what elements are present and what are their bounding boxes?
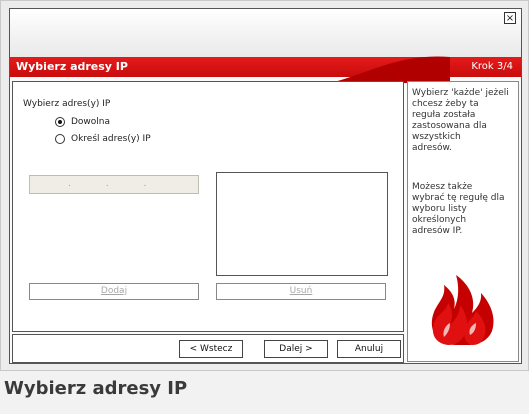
radio-specific-label: Określ adres(y) IP — [71, 134, 151, 144]
ip-address-list[interactable] — [216, 172, 388, 276]
navigation-bar: < Wstecz Dalej > Anuluj — [12, 334, 404, 363]
wizard-title: Wybierz adresy IP — [16, 60, 128, 73]
header-swoosh — [330, 56, 450, 83]
flame-logo-icon — [431, 275, 494, 345]
back-button[interactable]: < Wstecz — [179, 340, 243, 358]
next-button[interactable]: Dalej > — [264, 340, 328, 358]
content-panel: Wybierz adres(y) IP Dowolna Określ adres… — [12, 81, 404, 332]
close-icon[interactable]: × — [504, 12, 516, 24]
help-panel: Wybierz 'każde' jeżeli chcesz żeby ta re… — [407, 81, 519, 362]
page-caption: Wybierz adresy IP — [4, 378, 188, 399]
step-indicator: Krok 3/4 — [471, 61, 513, 72]
radio-specific[interactable]: Określ adres(y) IP — [55, 134, 151, 144]
wizard-header: Wybierz adresy IP Krok 3/4 — [10, 56, 521, 83]
help-text-1: Wybierz 'każde' jeżeli chcesz żeby ta re… — [412, 88, 509, 153]
outer-frame: × Wybierz adresy IP Krok 3/4 Wybierz adr… — [0, 0, 529, 371]
remove-button[interactable]: Usuń — [216, 283, 386, 300]
radio-any-label: Dowolna — [71, 117, 111, 127]
add-button[interactable]: Dodaj — [29, 283, 199, 300]
help-text-2: Możesz także wybrać tę regułę dla wyboru… — [412, 182, 505, 236]
radio-any[interactable]: Dowolna — [55, 117, 110, 127]
ip-section-label: Wybierz adres(y) IP — [23, 99, 111, 109]
radio-any-button[interactable] — [55, 117, 65, 127]
ip-address-input[interactable]: . . . — [29, 175, 199, 194]
wizard-window: × Wybierz adresy IP Krok 3/4 Wybierz adr… — [9, 8, 522, 364]
cancel-button[interactable]: Anuluj — [337, 340, 401, 358]
radio-specific-button[interactable] — [55, 134, 65, 144]
